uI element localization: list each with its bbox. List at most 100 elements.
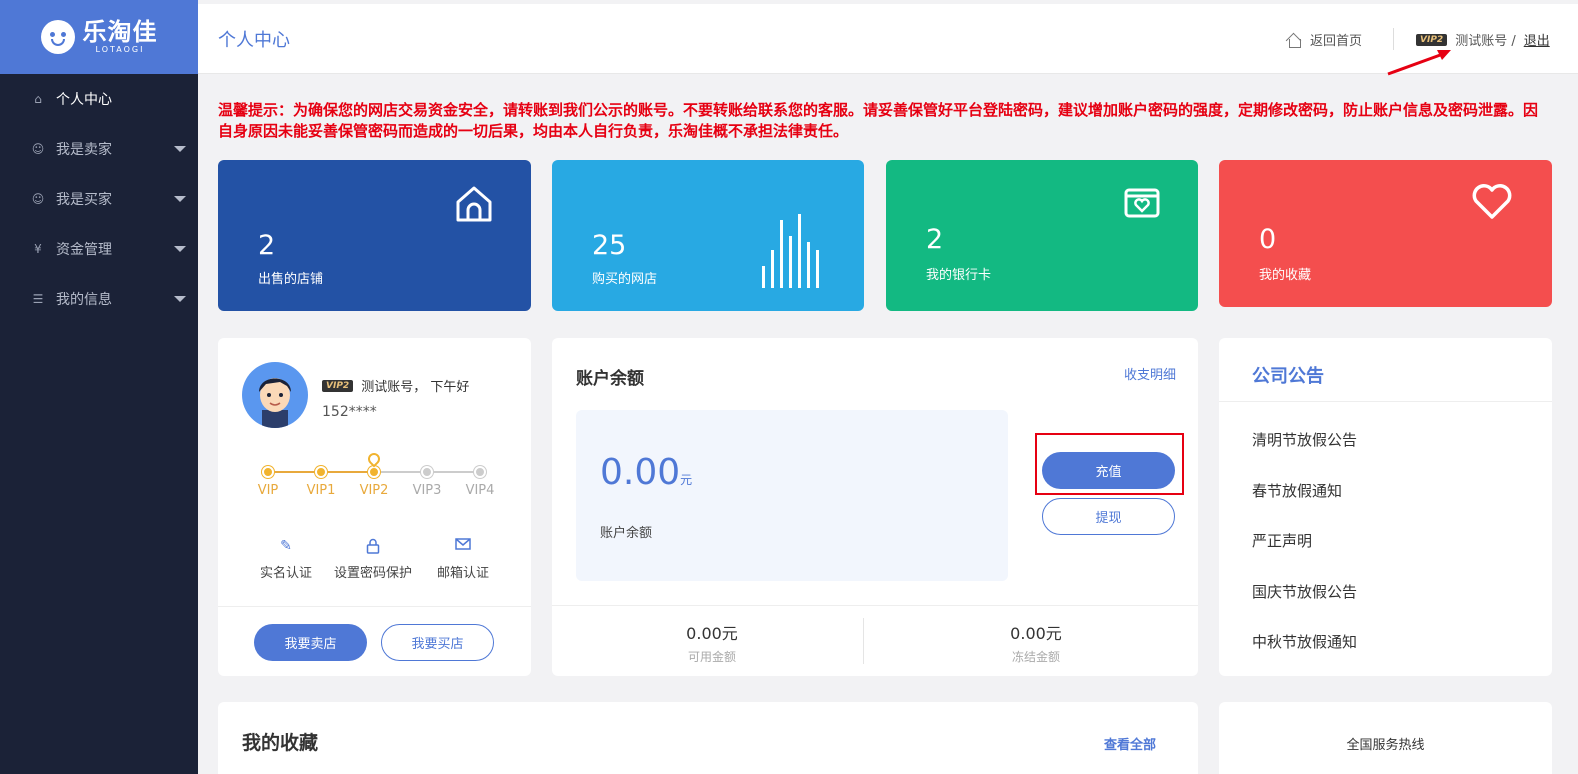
withdraw-button[interactable]: 提现: [1042, 498, 1175, 535]
buy-shop-button[interactable]: 我要买店: [381, 624, 494, 661]
transaction-detail-link[interactable]: 收支明细: [1124, 364, 1176, 383]
avatar[interactable]: [242, 362, 308, 428]
sidebar-item-buyer[interactable]: ☺ 我是买家: [0, 174, 198, 224]
sidebar-item-label: 个人中心: [56, 92, 112, 108]
stat-label: 出售的店铺: [258, 272, 324, 287]
balance-label: 账户余额: [600, 526, 653, 541]
logout-link[interactable]: 退出: [1524, 30, 1550, 49]
frozen-amount: 0.00元 冻结金额: [936, 620, 1136, 665]
stat-value: 0: [1259, 224, 1277, 255]
hotline-card: 全国服务热线: [1219, 702, 1552, 774]
home-icon: ⌂: [34, 92, 42, 106]
phone-number: 152****: [322, 404, 377, 420]
sidebar-item-personal-center[interactable]: ⌂ 个人中心: [0, 74, 198, 124]
balance-title: 账户余额: [576, 369, 644, 389]
top-header: 个人中心 返回首页 VIP2 测试账号 / 退出: [198, 4, 1578, 74]
available-value: 0.00元: [686, 624, 738, 643]
announcement-item[interactable]: 国庆节放假公告: [1252, 581, 1357, 602]
vip-level-dot-current: [368, 466, 380, 478]
available-label: 可用金额: [687, 650, 736, 664]
vip-level-dot: [315, 466, 327, 478]
user-area: VIP2 测试账号 / 退出: [1416, 30, 1550, 49]
sidebar-item-seller[interactable]: ☺ 我是卖家: [0, 124, 198, 174]
verify-email[interactable]: 邮箱认证: [430, 538, 496, 581]
mail-icon: [430, 538, 496, 556]
annotation-arrow: [1387, 50, 1451, 76]
header-divider: [1393, 28, 1394, 50]
verify-realname[interactable]: ✎ 实名认证: [254, 538, 318, 581]
location-pin-icon: [365, 450, 383, 468]
vertical-divider: [863, 618, 864, 664]
stat-card-shops-bought[interactable]: 25 购买的网店: [552, 160, 864, 311]
announcement-item[interactable]: 春节放假通知: [1252, 480, 1342, 501]
clipboard-icon: ☰: [32, 292, 44, 306]
balance-box: 0.00元 账户余额: [576, 410, 1008, 581]
lock-icon: [328, 538, 418, 556]
stat-label: 我的收藏: [1259, 268, 1312, 283]
sidebar-item-my-info[interactable]: ☰ 我的信息: [0, 274, 198, 324]
home-link-label: 返回首页: [1310, 34, 1363, 49]
user-icon: ☺: [31, 142, 45, 156]
announcement-item[interactable]: 严正声明: [1252, 530, 1312, 551]
logo-face-icon: [40, 20, 75, 54]
greeting-text: 测试账号， 下午好: [361, 380, 470, 395]
stat-label: 购买的网店: [592, 272, 658, 287]
store-icon: [456, 186, 492, 222]
verify-label: 邮箱认证: [436, 566, 489, 581]
sidebar-item-label: 我是卖家: [56, 142, 112, 158]
balance-card: 账户余额 收支明细 0.00元 账户余额 充值 提现 0.00元 可用金额 0.…: [552, 338, 1198, 676]
hotline-label: 全国服务热线: [1346, 738, 1425, 753]
greeting: VIP2 测试账号， 下午好: [322, 376, 469, 395]
user-card: VIP2 测试账号， 下午好 152**** VIP VIP1 VIP2 VIP…: [218, 338, 531, 676]
favorites-card: 我的收藏 查看全部: [218, 702, 1198, 774]
vip-badge: VIP2: [322, 379, 354, 392]
sidebar-item-label: 资金管理: [56, 242, 112, 258]
verify-label: 实名认证: [259, 566, 312, 581]
sidebar-item-funds[interactable]: ¥ 资金管理: [0, 224, 198, 274]
vip-level-dot: [474, 466, 486, 478]
pencil-icon: ✎: [280, 538, 292, 554]
stat-card-bank-cards[interactable]: 2 我的银行卡: [886, 160, 1198, 311]
page-title: 个人中心: [218, 30, 290, 51]
verify-password-protect[interactable]: 设置密码保护: [328, 538, 418, 581]
stat-label: 我的银行卡: [926, 268, 992, 283]
sidebar: 乐淘佳 LOTAOGI ⌂ 个人中心 ☺ 我是卖家 ☺ 我是买家 ¥ 资金管理 …: [0, 0, 198, 774]
vip-level-dot: [262, 466, 274, 478]
stat-card-favorites[interactable]: 0 我的收藏: [1219, 160, 1552, 307]
stat-card-shops-sold[interactable]: 2 出售的店铺: [218, 160, 531, 311]
vip-level-label: VIP: [257, 483, 279, 498]
yen-icon: ¥: [34, 242, 42, 256]
home-link[interactable]: 返回首页: [1286, 30, 1362, 49]
caret-down-icon: [174, 296, 186, 302]
announcement-item[interactable]: 中秋节放假通知: [1252, 631, 1357, 652]
vip-level-dot: [421, 466, 433, 478]
account-name[interactable]: 测试账号 /: [1455, 30, 1516, 49]
frozen-value: 0.00元: [1010, 624, 1062, 643]
user-icon: ☺: [31, 192, 45, 206]
frozen-label: 冻结金额: [1011, 650, 1060, 664]
brand-name-en: LOTAOGI: [95, 45, 145, 54]
recharge-button[interactable]: 充值: [1042, 452, 1175, 489]
vip-level-label: VIP3: [412, 483, 442, 498]
favorites-title: 我的收藏: [242, 732, 319, 754]
brand-logo[interactable]: 乐淘佳 LOTAOGI: [0, 0, 198, 74]
sidebar-item-label: 我的信息: [56, 292, 112, 308]
caret-down-icon: [174, 246, 186, 252]
divider: [218, 606, 531, 607]
vip-level-label: VIP2: [359, 483, 389, 498]
balance-amount: 0.00元: [600, 452, 693, 493]
home-icon: [1286, 32, 1302, 48]
announcement-item[interactable]: 清明节放假公告: [1252, 429, 1357, 450]
warning-notice: 温馨提示：为确保您的网店交易资金安全，请转账到我们公示的账号。不要转账给联系您的…: [218, 101, 1539, 140]
caret-down-icon: [174, 146, 186, 152]
sell-shop-button[interactable]: 我要卖店: [254, 624, 367, 661]
view-all-link[interactable]: 查看全部: [1104, 734, 1156, 753]
avatar-face-icon: [259, 378, 291, 428]
vip-level-label: VIP4: [465, 483, 495, 498]
verify-label: 设置密码保护: [333, 566, 412, 581]
stat-value: 2: [926, 224, 944, 255]
vip-badge: VIP2: [1416, 33, 1448, 46]
caret-down-icon: [174, 196, 186, 202]
vip-level-label: VIP1: [306, 483, 336, 498]
announcements-card: 公司公告 清明节放假公告 春节放假通知 严正声明 国庆节放假公告 中秋节放假通知: [1219, 338, 1552, 676]
